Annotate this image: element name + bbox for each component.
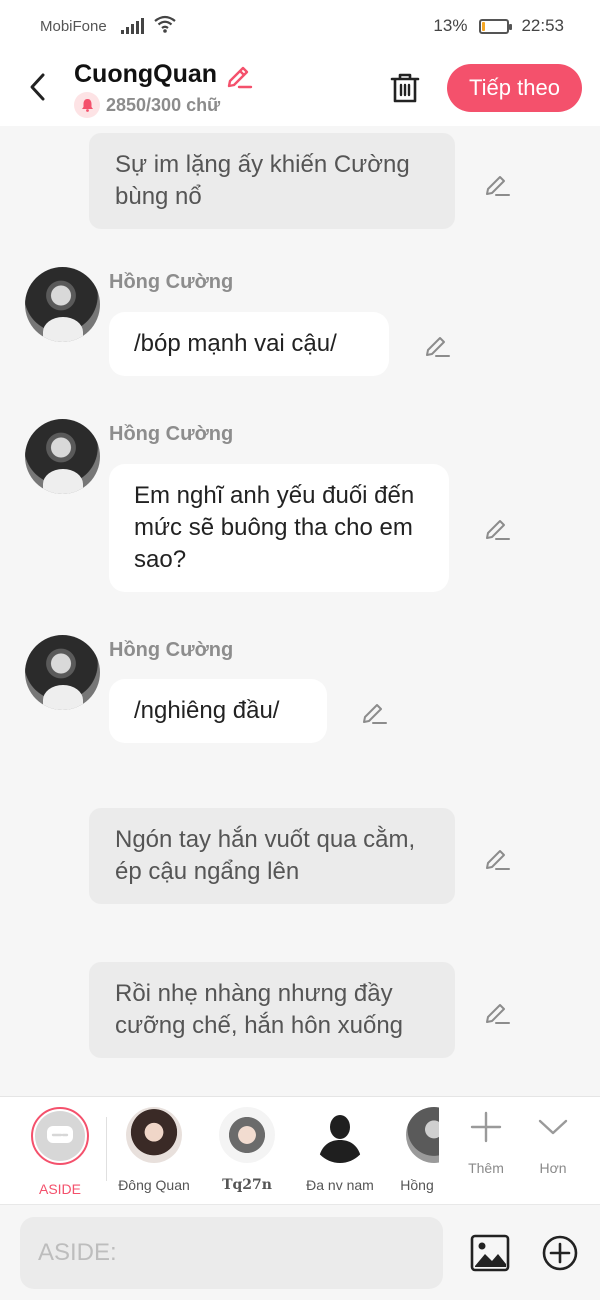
narration-message[interactable]: Ngón tay hắn vuốt qua cằm, ép cậu ngẩng … <box>89 808 455 904</box>
wifi-icon <box>154 15 176 38</box>
person-silhouette-icon <box>318 1115 362 1163</box>
character-label: Đông Quan <box>118 1177 190 1193</box>
avatar <box>312 1107 368 1163</box>
edit-pencil-icon[interactable] <box>483 844 511 872</box>
chat-area[interactable]: Sự im lặng ấy khiến Cường bùng nổ Hồng C… <box>0 126 600 1096</box>
avatar[interactable] <box>25 267 100 342</box>
battery-percent: 13% <box>433 16 468 35</box>
sender-name: Hồng Cường <box>109 639 234 661</box>
battery-icon <box>479 18 513 34</box>
more-button[interactable]: Hơn <box>528 1111 578 1176</box>
dialogue-bubble[interactable]: /nghiêng đầu/ <box>109 679 327 743</box>
narration-message[interactable]: Sự im lặng ấy khiến Cường bùng nổ <box>89 133 455 229</box>
sender-name: Hồng Cường <box>109 423 234 445</box>
dialogue-bubble[interactable]: /bóp mạnh vai cậu/ <box>109 312 389 376</box>
avatar[interactable] <box>25 635 100 710</box>
avatar[interactable] <box>25 419 100 494</box>
insert-image-button[interactable] <box>470 1233 510 1273</box>
message-text: Ngón tay hắn vuốt qua cằm, ép cậu ngẩng … <box>115 826 416 885</box>
character-label: Hồng <box>400 1177 434 1193</box>
character-dong-quan[interactable]: Đông Quan <box>114 1107 194 1193</box>
next-button[interactable]: Tiếp theo <box>447 64 582 112</box>
plus-circle-icon <box>542 1235 578 1271</box>
edit-pencil-icon[interactable] <box>483 514 511 542</box>
title-block: CuongQuan 2850/300 chữ <box>74 60 253 118</box>
character-selector: ASIDE Đông Quan Tq27n Đa nv nam Hồng Thê… <box>0 1096 600 1204</box>
character-hong[interactable]: Hồng <box>395 1107 439 1193</box>
dialogue-bubble[interactable]: Em nghĩ anh yếu đuối đến mức sẽ buông th… <box>109 464 449 592</box>
edit-title-pencil-icon[interactable] <box>225 61 253 89</box>
trash-icon <box>390 73 420 103</box>
character-label: Đa nv nam <box>306 1177 374 1193</box>
add-character-button[interactable]: Thêm <box>460 1111 512 1176</box>
message-text: Rồi nhẹ nhàng nhưng đầy cưỡng chế, hắn h… <box>115 980 404 1039</box>
plus-icon <box>470 1111 502 1143</box>
aside-input[interactable] <box>20 1217 443 1289</box>
chevron-left-icon <box>30 73 45 101</box>
input-bar <box>0 1204 600 1300</box>
header: CuongQuan 2850/300 chữ Tiếp theo <box>0 52 600 126</box>
signal-icon <box>120 18 144 34</box>
status-bar: MobiFone 13% 22:53 <box>0 0 600 52</box>
character-tq27n[interactable]: Tq27n <box>207 1107 287 1193</box>
status-right: 13% 22:53 <box>433 16 564 36</box>
aside-avatar <box>31 1107 89 1165</box>
message-text: /bóp mạnh vai cậu/ <box>134 330 337 357</box>
add-content-button[interactable] <box>540 1233 580 1273</box>
message-text: Em nghĩ anh yếu đuối đến mức sẽ buông th… <box>134 482 415 573</box>
avatar <box>126 1107 182 1163</box>
narration-message[interactable]: Rồi nhẹ nhàng nhưng đầy cưỡng chế, hắn h… <box>89 962 455 1058</box>
edit-pencil-icon[interactable] <box>360 698 388 726</box>
message-text: Sự im lặng ấy khiến Cường bùng nổ <box>115 151 410 210</box>
page-title: CuongQuan <box>74 60 218 88</box>
character-label: Tq27n <box>222 1177 272 1193</box>
back-button[interactable] <box>22 70 52 104</box>
sender-name: Hồng Cường <box>109 271 234 293</box>
clock: 22:53 <box>521 16 564 35</box>
edit-pencil-icon[interactable] <box>423 331 451 359</box>
message-text: /nghiêng đầu/ <box>134 697 280 724</box>
edit-pencil-icon[interactable] <box>483 998 511 1026</box>
image-icon <box>470 1234 510 1272</box>
status-left: MobiFone <box>40 15 176 38</box>
character-aside[interactable]: ASIDE <box>20 1107 100 1197</box>
add-label: Thêm <box>468 1160 504 1176</box>
more-label: Hơn <box>539 1160 567 1176</box>
avatar <box>406 1107 439 1163</box>
word-count: 2850/300 chữ <box>106 94 221 115</box>
chevron-down-icon <box>538 1119 568 1135</box>
bell-icon <box>74 92 100 118</box>
chat-bubble-icon <box>47 1126 73 1143</box>
delete-button[interactable] <box>388 70 422 106</box>
avatar <box>219 1107 275 1163</box>
carrier-name: MobiFone <box>40 17 107 35</box>
edit-pencil-icon[interactable] <box>483 170 511 198</box>
divider <box>106 1117 107 1181</box>
character-label: ASIDE <box>38 1181 81 1197</box>
character-da-nv-nam[interactable]: Đa nv nam <box>300 1107 380 1193</box>
